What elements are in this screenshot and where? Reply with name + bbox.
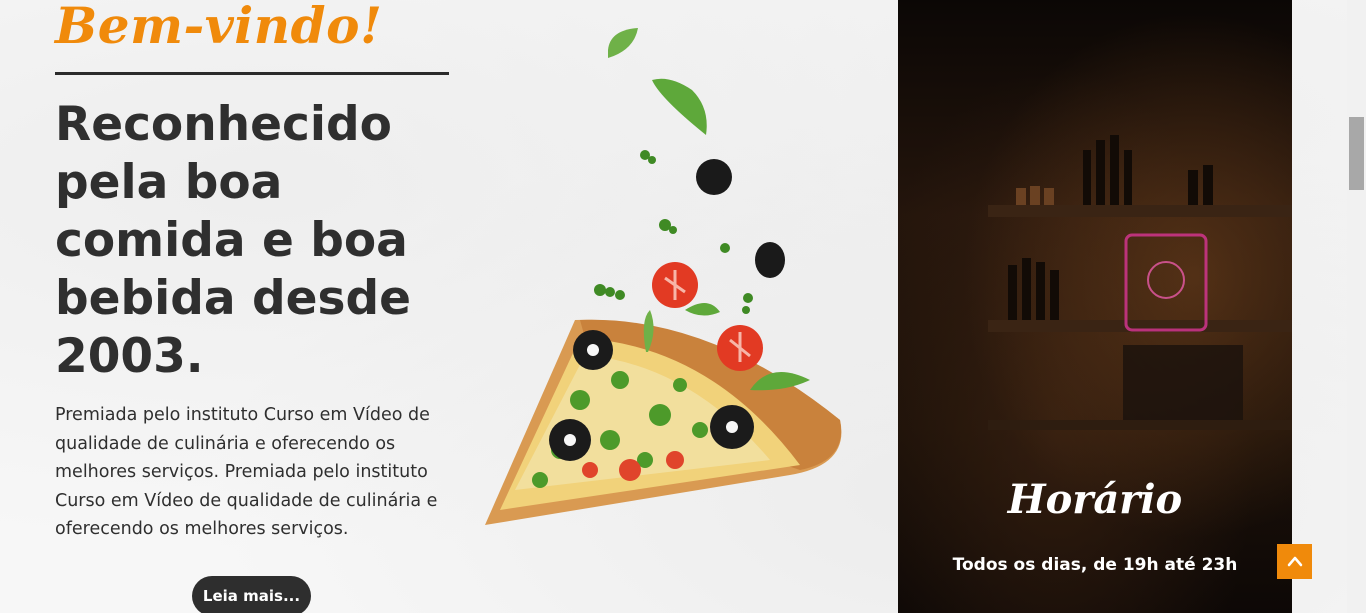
chevron-up-icon xyxy=(1287,556,1302,566)
read-more-button[interactable]: Leia mais... xyxy=(192,576,311,613)
hours-text: Todos os dias, de 19h até 23h xyxy=(952,555,1238,575)
back-to-top-button[interactable] xyxy=(1277,544,1312,579)
headline: Reconhecido pela boa comida e boa bebida… xyxy=(55,97,412,384)
hours-title: Horário xyxy=(1007,476,1183,523)
scrollbar-thumb[interactable] xyxy=(1349,117,1364,190)
intro-description: Premiada pelo instituto Curso em Vídeo d… xyxy=(55,405,438,539)
opening-hours-panel: Horário Todos os dias, de 19h até 23h xyxy=(898,0,1292,613)
title-divider xyxy=(55,72,449,75)
page: Bem-vindo! Reconhecido pela boa comida e… xyxy=(0,0,1347,613)
page-scrollbar[interactable] xyxy=(1347,0,1366,613)
welcome-title: Bem-vindo! xyxy=(55,0,383,55)
pizza-image xyxy=(485,28,842,525)
